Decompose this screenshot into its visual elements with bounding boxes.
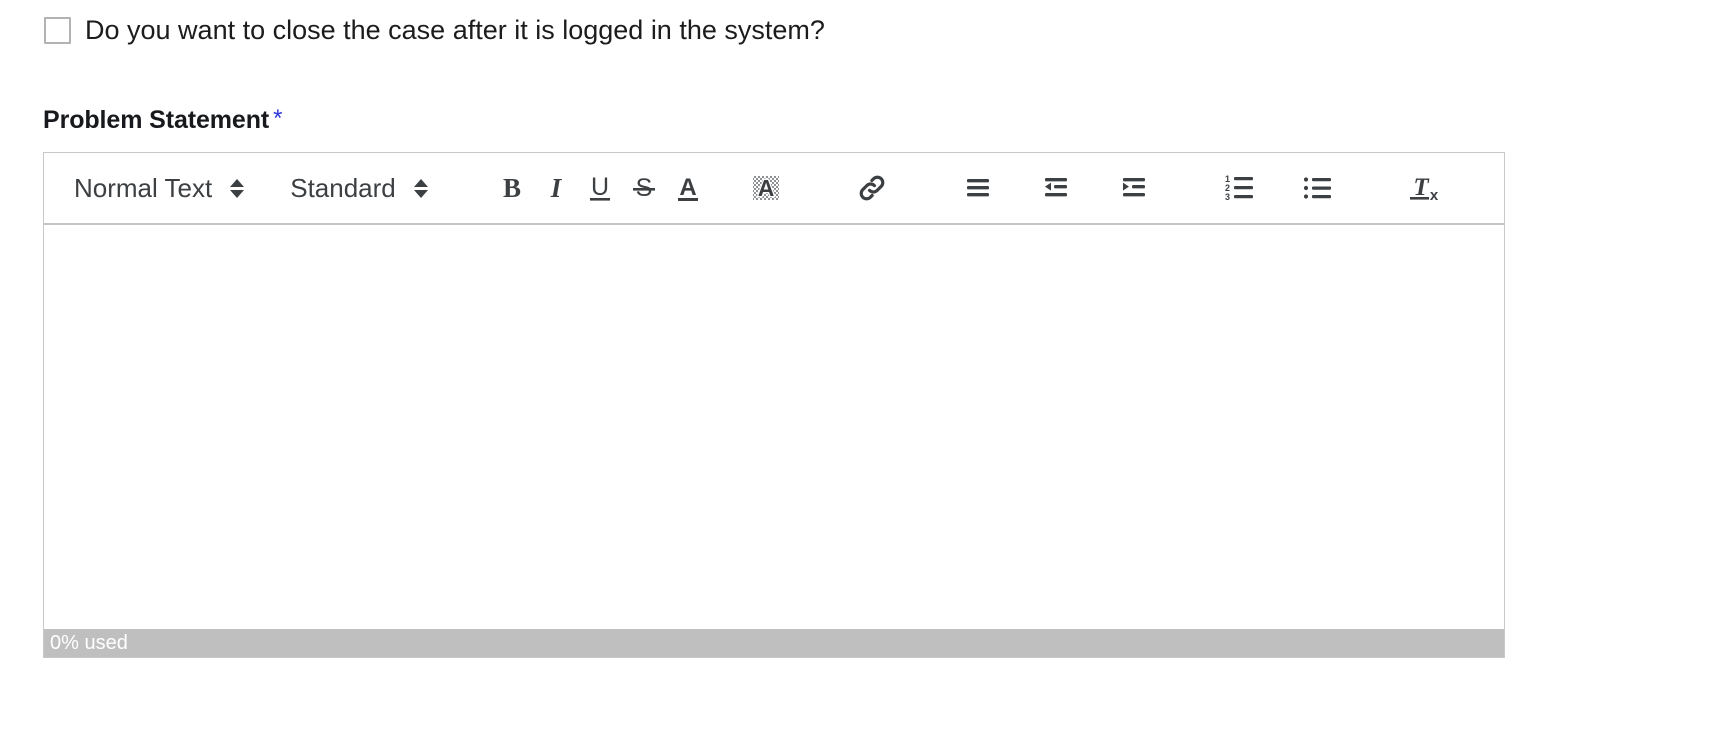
text-color-icon: A bbox=[677, 174, 698, 201]
editor-toolbar: Normal Text Standard B I U A A 1 2 3 T x bbox=[44, 153, 1504, 225]
form-page: Do you want to close the case after it i… bbox=[0, 0, 1714, 740]
problem-statement-label-row: Problem Statement * bbox=[43, 106, 282, 135]
numbered-list-button[interactable]: 1 2 3 bbox=[1218, 166, 1262, 210]
indent-button[interactable] bbox=[1112, 166, 1156, 210]
italic-button[interactable]: I bbox=[534, 166, 578, 210]
svg-text:I: I bbox=[550, 173, 563, 203]
align-left-icon bbox=[966, 179, 989, 197]
numbered-list-icon: 1 2 3 bbox=[1225, 174, 1253, 202]
svg-text:3: 3 bbox=[1225, 192, 1230, 202]
outdent-button[interactable] bbox=[1034, 166, 1078, 210]
strikethrough-icon: S bbox=[632, 174, 655, 202]
required-asterisk: * bbox=[273, 105, 283, 132]
problem-statement-editor: Normal Text Standard B I U A A 1 2 3 T x… bbox=[43, 152, 1505, 658]
link-icon bbox=[859, 175, 885, 201]
font-family-select[interactable]: Standard bbox=[290, 173, 428, 204]
svg-text:A: A bbox=[757, 175, 774, 201]
insert-link-button[interactable] bbox=[850, 166, 894, 210]
strikethrough-button[interactable]: S bbox=[622, 166, 666, 210]
indent-icon bbox=[1122, 178, 1145, 197]
text-color-button[interactable]: A bbox=[666, 166, 710, 210]
problem-statement-label: Problem Statement bbox=[43, 106, 270, 134]
highlight-color-button[interactable]: A bbox=[744, 166, 788, 210]
editor-usage-bar: 0% used bbox=[44, 629, 1504, 657]
problem-statement-textarea[interactable] bbox=[44, 225, 1504, 629]
svg-text:B: B bbox=[503, 173, 521, 203]
close-case-question-row: Do you want to close the case after it i… bbox=[44, 17, 825, 44]
svg-text:T: T bbox=[1413, 174, 1430, 201]
chevron-updown-icon bbox=[230, 178, 245, 198]
chevron-updown-icon bbox=[413, 178, 428, 198]
italic-icon: I bbox=[550, 173, 563, 203]
bulleted-list-button[interactable] bbox=[1296, 166, 1340, 210]
svg-text:x: x bbox=[1430, 187, 1439, 204]
bulleted-list-icon bbox=[1303, 177, 1331, 199]
font-family-value: Standard bbox=[290, 172, 396, 203]
align-button[interactable] bbox=[956, 166, 1000, 210]
svg-text:A: A bbox=[679, 174, 696, 201]
close-case-checkbox-label: Do you want to close the case after it i… bbox=[85, 15, 825, 45]
outdent-icon bbox=[1044, 178, 1067, 197]
bold-icon: B bbox=[503, 173, 521, 203]
underline-button[interactable]: U bbox=[578, 166, 622, 210]
paragraph-style-select[interactable]: Normal Text bbox=[74, 172, 245, 204]
paragraph-style-value: Normal Text bbox=[74, 172, 213, 203]
bold-button[interactable]: B bbox=[490, 166, 534, 210]
svg-text:U: U bbox=[591, 173, 609, 201]
clear-formatting-icon: T x bbox=[1409, 174, 1439, 204]
close-case-checkbox[interactable] bbox=[44, 17, 71, 44]
usage-text: 0% used bbox=[50, 632, 128, 654]
underline-icon: U bbox=[589, 173, 610, 201]
clear-formatting-button[interactable]: T x bbox=[1402, 166, 1446, 210]
highlight-color-icon: A bbox=[752, 174, 779, 202]
